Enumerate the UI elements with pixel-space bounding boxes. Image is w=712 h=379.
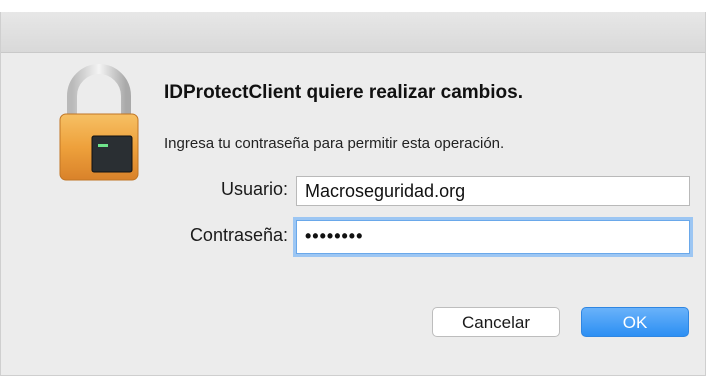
cancel-button[interactable]: Cancelar (432, 307, 560, 337)
password-field[interactable]: •••••••• (296, 220, 690, 254)
ok-button[interactable]: OK (581, 307, 689, 337)
username-label: Usuario: (220, 179, 288, 199)
dialog-message: Ingresa tu contraseña para permitir esta… (164, 135, 505, 152)
lock-icon (59, 64, 139, 181)
dialog-heading: IDProtectClient quiere realizar cambios. (164, 82, 524, 103)
background-strip (0, 0, 712, 12)
username-field[interactable]: Macroseguridad.org (296, 176, 690, 206)
password-label: Contraseña: (189, 225, 288, 245)
dialog-titlebar (1, 12, 705, 53)
